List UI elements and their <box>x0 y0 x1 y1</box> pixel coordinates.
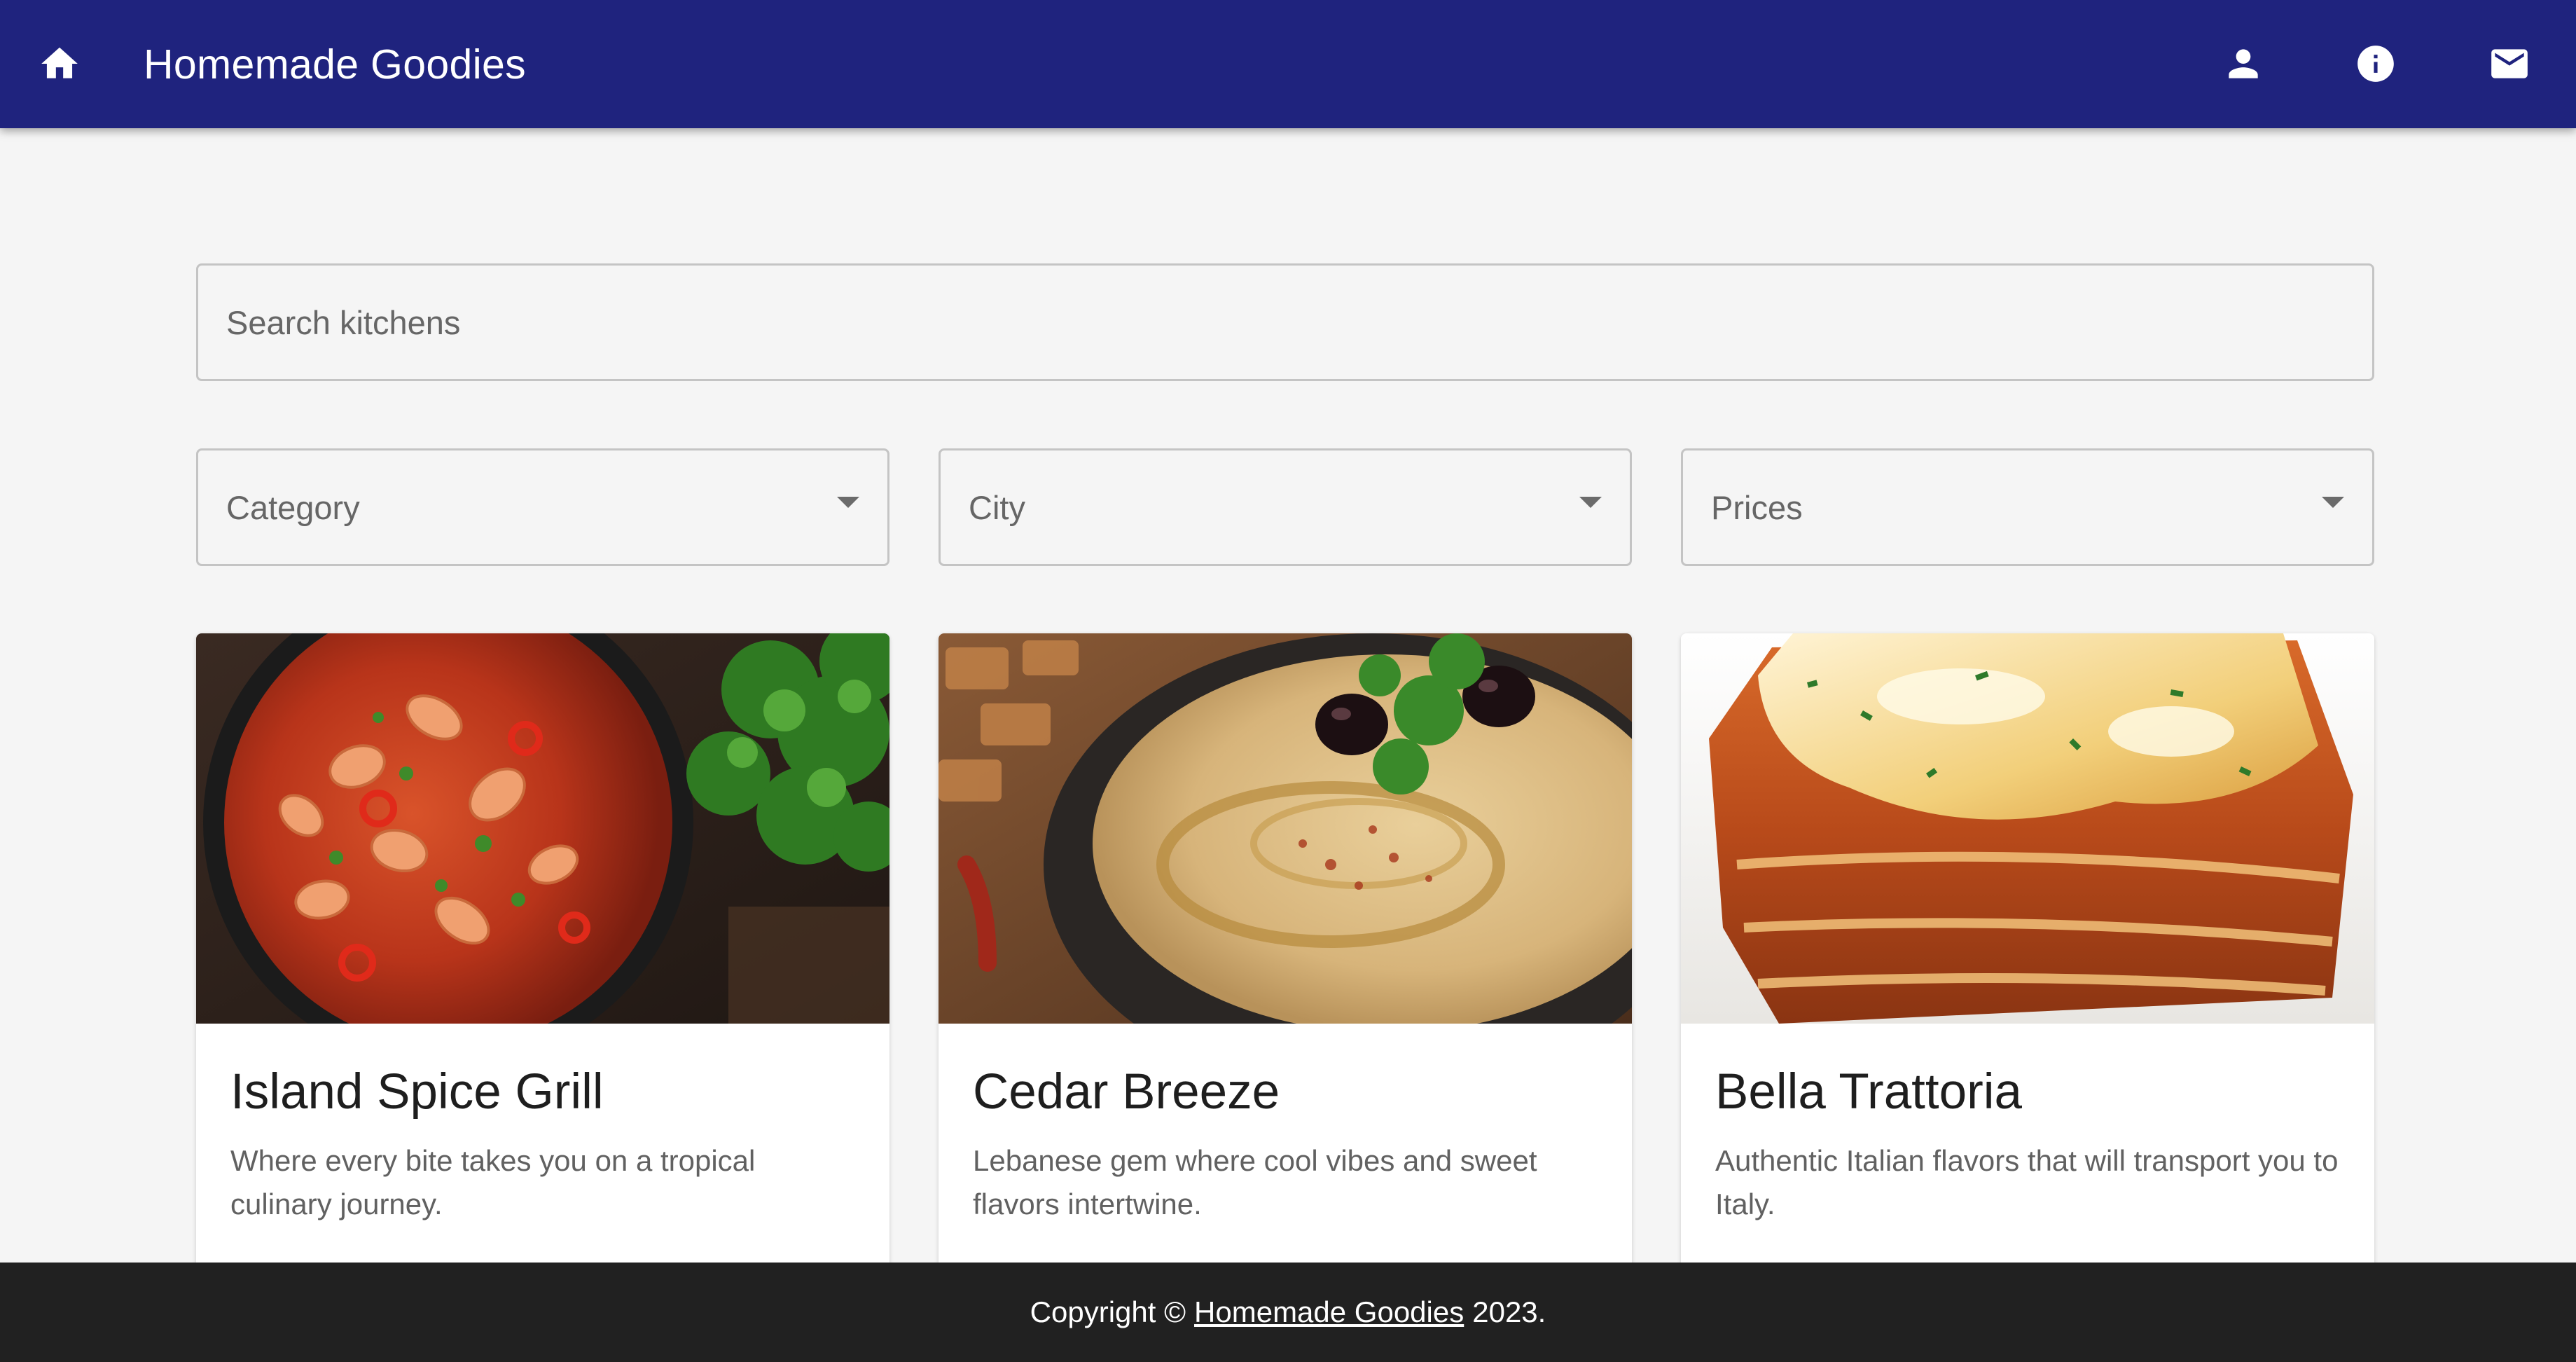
home-icon <box>41 47 78 78</box>
kitchen-description: Lebanese gem where cool vibes and sweet … <box>973 1144 1537 1220</box>
app-title[interactable]: Homemade Goodies <box>144 36 526 92</box>
dropdown-arrow-icon <box>2322 497 2344 508</box>
kitchen-photo <box>939 633 1632 1024</box>
dropdown-arrow-icon <box>1579 497 1602 508</box>
category-select[interactable]: Category <box>196 448 889 566</box>
kitchen-description: Authentic Italian flavors that will tran… <box>1715 1144 2339 1220</box>
kitchen-description: Where every bite takes you on a tropical… <box>230 1144 756 1220</box>
account-icon <box>2229 49 2258 78</box>
account-button[interactable] <box>2212 32 2275 95</box>
prices-select[interactable]: Prices <box>1681 448 2374 566</box>
kitchen-name: Bella Trattoria <box>1715 1064 2023 1120</box>
kitchen-photo <box>1681 633 2374 1024</box>
kitchen-name: Cedar Breeze <box>973 1064 1280 1120</box>
copyright-prefix: Copyright © <box>1030 1295 1186 1328</box>
dropdown-arrow-icon <box>837 497 859 508</box>
category-select-label: Category <box>226 488 360 526</box>
kitchen-card[interactable]: Bella Trattoria Authentic Italian flavor… <box>1681 633 2374 1292</box>
mail-button[interactable] <box>2478 32 2541 95</box>
footer-home-link[interactable]: Homemade Goodies <box>1194 1295 1464 1329</box>
app-bar: Homemade Goodies <box>0 0 2576 128</box>
city-select[interactable]: City <box>939 448 1632 566</box>
prices-select-label: Prices <box>1711 488 1803 526</box>
copyright-year: 2023. <box>1472 1295 1546 1328</box>
search-input[interactable] <box>196 263 2374 381</box>
kitchen-name: Island Spice Grill <box>230 1064 604 1120</box>
home-button[interactable] <box>28 32 91 95</box>
footer: Copyright © Homemade Goodies 2023. <box>0 1263 2576 1362</box>
info-icon <box>2357 46 2394 82</box>
kitchen-photo <box>196 633 889 1024</box>
info-button[interactable] <box>2344 32 2407 95</box>
mail-icon <box>2491 49 2528 78</box>
kitchen-card[interactable]: Island Spice Grill Where every bite take… <box>196 633 889 1292</box>
city-select-label: City <box>969 488 1025 526</box>
kitchen-card[interactable]: Cedar Breeze Lebanese gem where cool vib… <box>939 633 1632 1292</box>
